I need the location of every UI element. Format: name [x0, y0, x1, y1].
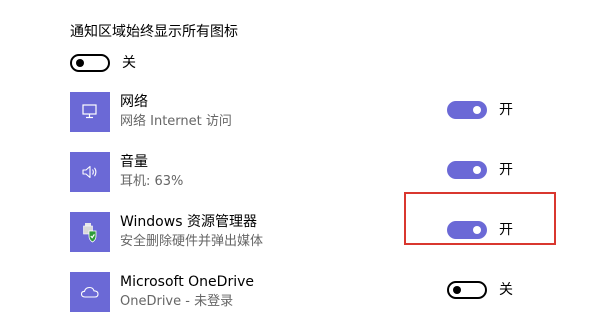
always-show-all-icons-toggle[interactable] [70, 54, 110, 72]
toggle-knob [76, 59, 84, 67]
item-title: Windows 资源管理器 [120, 214, 257, 230]
item-title: 网络 [120, 94, 148, 110]
volume-icon-toggle[interactable] [447, 161, 487, 179]
toggle-state-label: 开 [499, 162, 513, 178]
onedrive-icon-toggle[interactable] [447, 281, 487, 299]
always-show-all-icons-row: 关 [70, 52, 136, 74]
always-show-all-icons-toggle-label: 关 [122, 55, 136, 71]
item-title: Microsoft OneDrive [120, 274, 254, 290]
notification-area-settings: 通知区域始终显示所有图标 关 网络 网络 Internet 访问 开 音量 耳机… [0, 0, 615, 327]
network-monitor-icon [70, 92, 110, 132]
section-title: 通知区域始终显示所有图标 [70, 24, 238, 40]
toggle-state-label: 开 [499, 102, 513, 118]
network-icon-toggle[interactable] [447, 101, 487, 119]
item-subtitle: 耳机: 63% [120, 174, 184, 189]
list-item-onedrive: Microsoft OneDrive OneDrive - 未登录 关 [70, 272, 530, 314]
onedrive-cloud-icon [70, 272, 110, 312]
toggle-state-label: 关 [499, 282, 513, 298]
item-subtitle: 安全删除硬件并弹出媒体 [120, 234, 264, 249]
toggle-knob [453, 286, 461, 294]
item-subtitle: OneDrive - 未登录 [120, 294, 234, 309]
onedrive-toggle-group: 关 [447, 280, 513, 300]
volume-toggle-group: 开 [447, 160, 513, 180]
item-subtitle: 网络 Internet 访问 [120, 114, 232, 129]
list-item-network: 网络 网络 Internet 访问 开 [70, 92, 530, 134]
list-item-volume: 音量 耳机: 63% 开 [70, 152, 530, 194]
network-toggle-group: 开 [447, 100, 513, 120]
speaker-icon [70, 152, 110, 192]
toggle-knob [473, 106, 481, 114]
annotation-highlight-box [404, 192, 556, 245]
toggle-knob [473, 166, 481, 174]
safely-remove-hardware-icon [70, 212, 110, 252]
item-title: 音量 [120, 154, 148, 170]
